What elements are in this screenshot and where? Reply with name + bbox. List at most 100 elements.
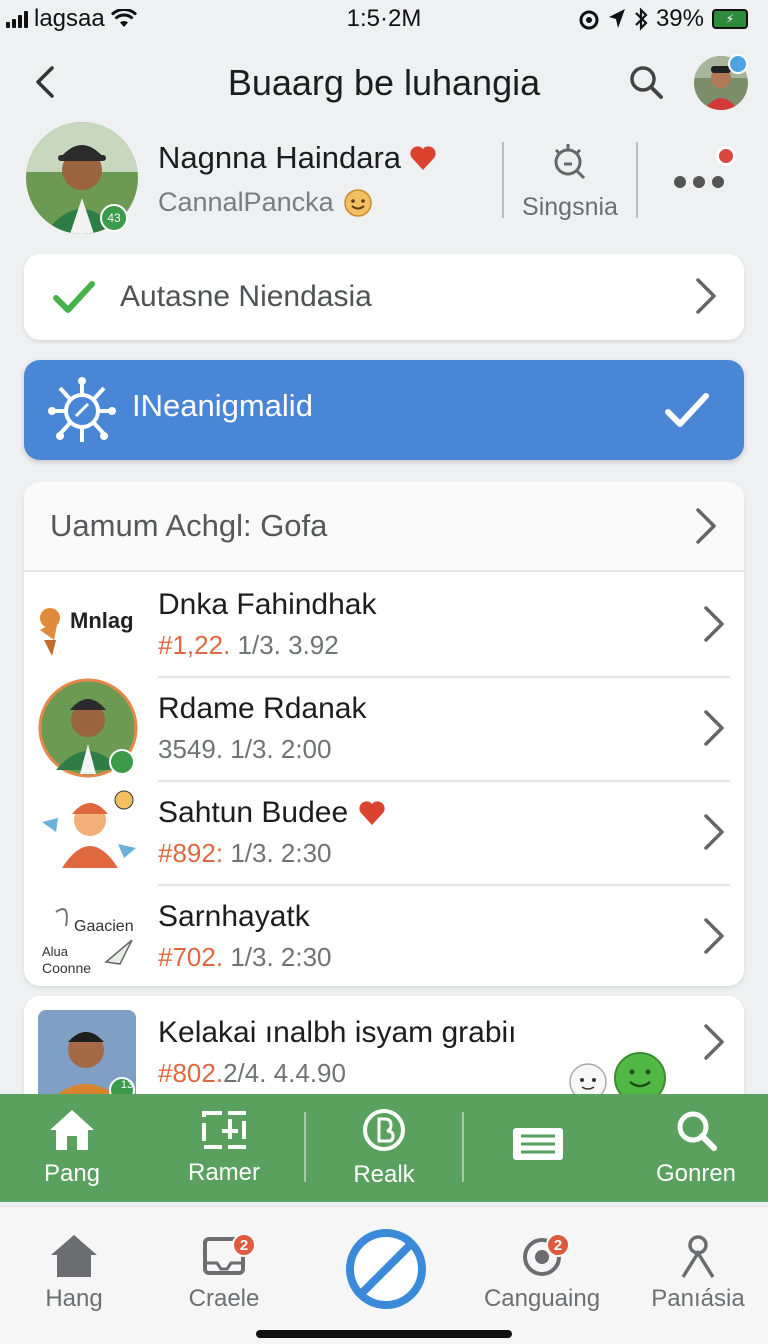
more-options-icon[interactable] [664,162,734,202]
settings-gear-icon [554,144,586,180]
person-icon [681,1235,715,1278]
list-item[interactable]: Mnlag Dnka Fahindhak #1,22. 1/3. 3.92 [24,574,744,678]
chevron-right-icon [704,1024,724,1060]
item-name: Sarnhayatk [158,900,310,934]
selected-option-label: INeanigmalid [132,388,313,423]
heart-icon [410,146,436,170]
tab-label: Hang [45,1285,103,1312]
item-thumb-text-3: Coonne [42,960,92,976]
tab-hang[interactable]: Hang [26,1233,122,1313]
green-tab-label: Realk [353,1161,415,1188]
network-icon [48,377,116,442]
green-tab-realk[interactable]: Realk [334,1094,434,1202]
tab-canguaing[interactable]: Canguaing [480,1233,604,1313]
circle-b-icon [363,1109,405,1151]
list-item[interactable]: Sahtun Budee #892: 1/3. 2:30 [24,782,744,886]
profile-action-button[interactable]: Singsnia [514,140,626,222]
checkmark-icon [53,281,95,313]
green-tab-ramer[interactable]: Ramer [172,1094,276,1202]
heart-icon [359,801,385,825]
blocked-icon[interactable] [344,1227,428,1311]
item-thumbnail: Mnlag [36,580,140,672]
item-meta-text: 1/3. 3.92 [237,630,339,660]
item-meta: #702. 1/3. 2:30 [158,942,332,973]
item-avatar [38,678,138,778]
verify-label: Autasne Niendasia [120,280,372,313]
search-icon[interactable] [626,62,666,102]
green-tab-pang[interactable]: Pang [22,1094,122,1202]
profile-name: Nagnna Haindara [158,140,402,175]
green-toolbar: Pang Ramer Realk Gonren [0,1094,768,1202]
item-name-text: Dnka Fahindhak [158,588,377,621]
item-thumb-text: Gaacien [74,918,134,935]
chevron-right-icon [704,814,724,850]
profile-subtitle-row: CannalPancka [158,186,374,218]
green-tab-label: Ramer [187,1159,260,1186]
green-tab-label: Pang [43,1160,101,1187]
item-thumb-text-2: Alua [42,944,69,959]
item-name-text: Rdame Rdanak [158,692,367,725]
item-thumb-text: Mnlag [70,608,134,633]
selected-option-row[interactable]: INeanigmalid [24,360,744,460]
tab-craele[interactable]: Craele [176,1233,272,1313]
item-thumbnail [36,788,140,880]
item-name-text: Sahtun Budee [158,796,349,829]
item-meta: 3549. 1/3. 2:00 [158,734,331,765]
item-meta: #1,22. 1/3. 3.92 [158,630,339,661]
chevron-right-icon [704,710,724,746]
smiley-emoji-icon [343,189,372,217]
chevron-right-icon [704,918,724,954]
chevron-right-icon [704,606,724,642]
green-tab-gonren[interactable]: Gonren [646,1094,746,1202]
tab-label: Craele [188,1285,260,1312]
divider [462,1112,464,1182]
item-tag: #892: [158,838,224,868]
list-icon [513,1128,563,1160]
profile-subtitle: CannalPancka [158,186,334,217]
verify-row[interactable]: Autasne Niendasia [24,254,744,340]
home-icon [51,1235,97,1277]
chevron-right-icon [696,278,716,314]
bottom-tab-bar: Hang Craele 2 Canguaing 2 Panıásia [0,1206,768,1344]
search-icon [677,1111,717,1151]
list-header-label: Uamum Achgl: Gofa [50,508,328,543]
item-meta-text: 1/3. 2:30 [230,838,332,868]
home-icon [50,1110,94,1150]
item-name: Kelakai ınalbh isyam grabiı [158,1016,517,1050]
list-item[interactable]: Gaacien Alua Coonne Sarnhayatk #702. 1/3… [24,886,744,986]
check-icon [665,393,709,427]
green-tab-label: Gonren [655,1160,737,1187]
status-time: 1:5·2M [346,5,422,32]
notification-dot [728,54,748,74]
item-name-text: Sarnhayatk [158,900,310,933]
item-tag: #1,22. [158,630,231,660]
profile-row: 43 Nagnna Haindara CannalPancka Singsnia [0,122,768,234]
item-name-text: Kelakai ınalbh isyam grabiı [158,1016,517,1049]
notification-badge: 2 [232,1233,256,1257]
status-bar: lagsaa 1:5·2M 39% ⚡ [0,0,768,38]
green-tab-list[interactable] [488,1094,588,1202]
home-indicator [256,1330,512,1338]
profile-action-label: Singsnia [522,193,618,221]
more-notification-dot [716,146,736,166]
item-meta-text: 2/4. 4.4.90 [223,1058,346,1088]
top-nav: Buaarg be luhangia [0,52,768,114]
divider [502,142,504,218]
item-meta: #892: 1/3. 2:30 [158,838,332,869]
tab-paniasia[interactable]: Panıásia [648,1233,748,1313]
contacts-list: Uamum Achgl: Gofa Mnlag Dnka Fahindhak #… [24,482,744,986]
list-item[interactable]: Rdame Rdanak 3549. 1/3. 2:00 [24,678,744,782]
divider [636,142,638,218]
list-header[interactable]: Uamum Achgl: Gofa [24,482,744,572]
item-meta-text: 1/3. 2:30 [230,942,332,972]
item-name: Sahtun Budee [158,796,386,830]
item-name: Dnka Fahindhak [158,588,376,622]
avatar-status-badge: 43 [100,204,128,232]
item-thumbnail: Gaacien Alua Coonne [36,892,140,984]
item-tag: #802. [158,1058,224,1088]
tab-label: Panıásia [651,1285,745,1312]
profile-name-row: Nagnna Haindara [158,140,437,176]
divider [304,1112,306,1182]
item-meta-text: 3549. 1/3. 2:00 [158,734,332,764]
item-meta: #802.2/4. 4.4.90 [158,1058,346,1089]
